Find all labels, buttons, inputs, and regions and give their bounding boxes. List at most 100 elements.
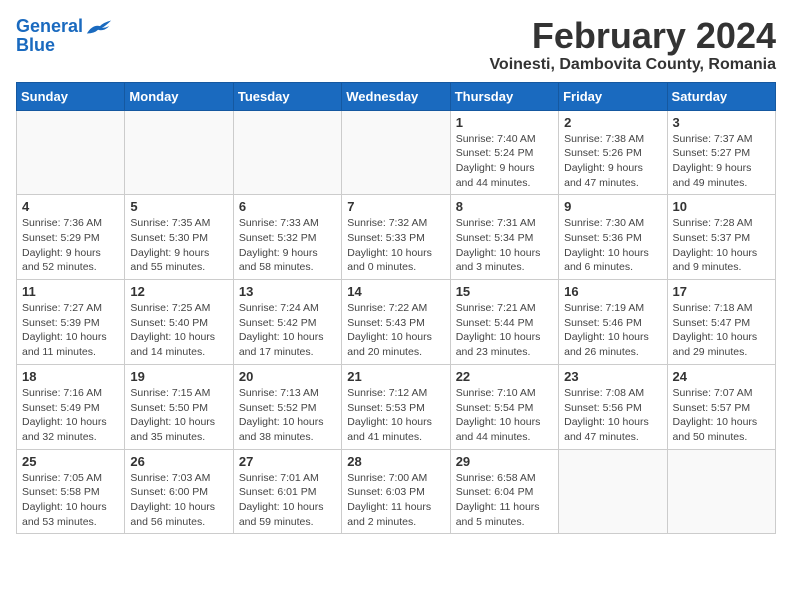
weekday-header-wednesday: Wednesday [342, 82, 450, 110]
calendar-cell: 7 Sunrise: 7:32 AMSunset: 5:33 PMDaylight… [342, 195, 450, 280]
calendar-cell [17, 110, 125, 195]
day-number: 3 [673, 115, 770, 130]
day-info: Sunrise: 7:12 AMSunset: 5:53 PMDaylight:… [347, 386, 444, 445]
logo-text: General [16, 17, 83, 37]
logo-text-blue: Blue [16, 36, 55, 56]
day-info: Sunrise: 7:32 AMSunset: 5:33 PMDaylight:… [347, 216, 444, 275]
calendar-cell [667, 449, 775, 534]
day-number: 15 [456, 284, 553, 299]
day-info: Sunrise: 7:27 AMSunset: 5:39 PMDaylight:… [22, 301, 119, 360]
weekday-header-saturday: Saturday [667, 82, 775, 110]
day-info: Sunrise: 7:40 AMSunset: 5:24 PMDaylight:… [456, 132, 553, 191]
calendar-cell: 4 Sunrise: 7:36 AMSunset: 5:29 PMDaylight… [17, 195, 125, 280]
day-number: 14 [347, 284, 444, 299]
day-info: Sunrise: 7:37 AMSunset: 5:27 PMDaylight:… [673, 132, 770, 191]
weekday-header-row: SundayMondayTuesdayWednesdayThursdayFrid… [17, 82, 776, 110]
calendar-cell: 10Sunrise: 7:28 AMSunset: 5:37 PMDayligh… [667, 195, 775, 280]
day-number: 23 [564, 369, 661, 384]
day-number: 11 [22, 284, 119, 299]
calendar-cell: 13 Sunrise: 7:24 AMSunset: 5:42 PMDayligh… [233, 280, 341, 365]
weekday-header-monday: Monday [125, 82, 233, 110]
day-number: 18 [22, 369, 119, 384]
calendar-cell: 27Sunrise: 7:01 AMSunset: 6:01 PMDayligh… [233, 449, 341, 534]
calendar-cell [233, 110, 341, 195]
calendar-cell: 22Sunrise: 7:10 AMSunset: 5:54 PMDayligh… [450, 364, 558, 449]
day-info: Sunrise: 7:13 AMSunset: 5:52 PMDaylight:… [239, 386, 336, 445]
day-number: 26 [130, 454, 227, 469]
calendar-cell: 2 Sunrise: 7:38 AMSunset: 5:26 PMDaylight… [559, 110, 667, 195]
day-number: 16 [564, 284, 661, 299]
day-number: 19 [130, 369, 227, 384]
calendar-cell: 11 Sunrise: 7:27 AMSunset: 5:39 PMDayligh… [17, 280, 125, 365]
calendar-cell: 25 Sunrise: 7:05 AMSunset: 5:58 PMDayligh… [17, 449, 125, 534]
calendar-week-5: 25 Sunrise: 7:05 AMSunset: 5:58 PMDayligh… [17, 449, 776, 534]
day-info: Sunrise: 7:03 AMSunset: 6:00 PMDaylight:… [130, 471, 227, 530]
day-info: Sunrise: 7:22 AMSunset: 5:43 PMDaylight:… [347, 301, 444, 360]
day-info: Sunrise: 7:36 AMSunset: 5:29 PMDaylight:… [22, 216, 119, 275]
day-number: 4 [22, 199, 119, 214]
day-info: Sunrise: 7:30 AMSunset: 5:36 PMDaylight:… [564, 216, 661, 275]
calendar-cell: 26 Sunrise: 7:03 AMSunset: 6:00 PMDayligh… [125, 449, 233, 534]
calendar-cell: 8Sunrise: 7:31 AMSunset: 5:34 PMDaylight… [450, 195, 558, 280]
day-number: 6 [239, 199, 336, 214]
day-info: Sunrise: 7:21 AMSunset: 5:44 PMDaylight:… [456, 301, 553, 360]
title-block: February 2024 Voinesti, Dambovita County… [489, 16, 776, 74]
weekday-header-tuesday: Tuesday [233, 82, 341, 110]
calendar-cell: 20 Sunrise: 7:13 AMSunset: 5:52 PMDayligh… [233, 364, 341, 449]
day-info: Sunrise: 7:38 AMSunset: 5:26 PMDaylight:… [564, 132, 661, 191]
weekday-header-sunday: Sunday [17, 82, 125, 110]
calendar-cell: 14 Sunrise: 7:22 AMSunset: 5:43 PMDayligh… [342, 280, 450, 365]
day-number: 28 [347, 454, 444, 469]
day-info: Sunrise: 7:33 AMSunset: 5:32 PMDaylight:… [239, 216, 336, 275]
calendar-cell: 23 Sunrise: 7:08 AMSunset: 5:56 PMDayligh… [559, 364, 667, 449]
day-info: Sunrise: 7:01 AMSunset: 6:01 PMDaylight:… [239, 471, 336, 530]
day-info: Sunrise: 7:05 AMSunset: 5:58 PMDaylight:… [22, 471, 119, 530]
day-number: 5 [130, 199, 227, 214]
day-info: Sunrise: 7:15 AMSunset: 5:50 PMDaylight:… [130, 386, 227, 445]
calendar-week-1: 1 Sunrise: 7:40 AMSunset: 5:24 PMDaylight… [17, 110, 776, 195]
day-info: Sunrise: 7:24 AMSunset: 5:42 PMDaylight:… [239, 301, 336, 360]
day-info: Sunrise: 7:35 AMSunset: 5:30 PMDaylight:… [130, 216, 227, 275]
calendar-cell: 3 Sunrise: 7:37 AMSunset: 5:27 PMDaylight… [667, 110, 775, 195]
calendar-week-3: 11 Sunrise: 7:27 AMSunset: 5:39 PMDayligh… [17, 280, 776, 365]
calendar-cell: 18 Sunrise: 7:16 AMSunset: 5:49 PMDayligh… [17, 364, 125, 449]
calendar-cell: 15 Sunrise: 7:21 AMSunset: 5:44 PMDayligh… [450, 280, 558, 365]
day-number: 2 [564, 115, 661, 130]
day-info: Sunrise: 7:18 AMSunset: 5:47 PMDaylight:… [673, 301, 770, 360]
sub-title: Voinesti, Dambovita County, Romania [489, 56, 776, 74]
calendar-cell: 19 Sunrise: 7:15 AMSunset: 5:50 PMDayligh… [125, 364, 233, 449]
day-number: 7 [347, 199, 444, 214]
calendar-cell: 9 Sunrise: 7:30 AMSunset: 5:36 PMDaylight… [559, 195, 667, 280]
calendar-cell: 21 Sunrise: 7:12 AMSunset: 5:53 PMDayligh… [342, 364, 450, 449]
day-number: 21 [347, 369, 444, 384]
calendar-cell [559, 449, 667, 534]
calendar-cell: 5 Sunrise: 7:35 AMSunset: 5:30 PMDaylight… [125, 195, 233, 280]
day-info: Sunrise: 7:08 AMSunset: 5:56 PMDaylight:… [564, 386, 661, 445]
calendar-table: SundayMondayTuesdayWednesdayThursdayFrid… [16, 82, 776, 535]
calendar-week-4: 18 Sunrise: 7:16 AMSunset: 5:49 PMDayligh… [17, 364, 776, 449]
day-number: 20 [239, 369, 336, 384]
calendar-week-2: 4 Sunrise: 7:36 AMSunset: 5:29 PMDaylight… [17, 195, 776, 280]
day-info: Sunrise: 7:00 AMSunset: 6:03 PMDaylight:… [347, 471, 444, 530]
day-number: 9 [564, 199, 661, 214]
day-number: 13 [239, 284, 336, 299]
day-number: 29 [456, 454, 553, 469]
day-number: 1 [456, 115, 553, 130]
logo-bird-icon [85, 16, 113, 38]
calendar-cell: 1 Sunrise: 7:40 AMSunset: 5:24 PMDaylight… [450, 110, 558, 195]
logo: General Blue [16, 16, 113, 56]
page-header: General Blue February 2024 Voinesti, Dam… [16, 16, 776, 74]
day-number: 8 [456, 199, 553, 214]
day-info: Sunrise: 7:25 AMSunset: 5:40 PMDaylight:… [130, 301, 227, 360]
day-info: Sunrise: 7:16 AMSunset: 5:49 PMDaylight:… [22, 386, 119, 445]
weekday-header-friday: Friday [559, 82, 667, 110]
day-info: Sunrise: 6:58 AMSunset: 6:04 PMDaylight:… [456, 471, 553, 530]
main-title: February 2024 [489, 16, 776, 56]
day-number: 25 [22, 454, 119, 469]
calendar-cell: 17 Sunrise: 7:18 AMSunset: 5:47 PMDayligh… [667, 280, 775, 365]
day-info: Sunrise: 7:10 AMSunset: 5:54 PMDaylight:… [456, 386, 553, 445]
day-number: 24 [673, 369, 770, 384]
calendar-cell: 24Sunrise: 7:07 AMSunset: 5:57 PMDayligh… [667, 364, 775, 449]
calendar-cell [342, 110, 450, 195]
day-number: 17 [673, 284, 770, 299]
